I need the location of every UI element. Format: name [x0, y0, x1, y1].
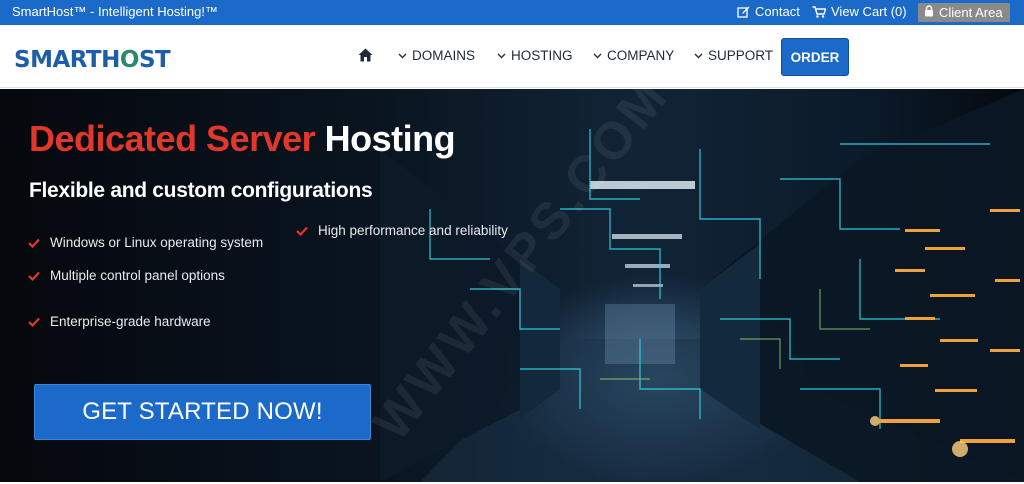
nav-domains-label: DOMAINS — [412, 48, 476, 63]
hero-banner: WWW.VPS.COM Dedicated Server Hosting Fle… — [0, 89, 1024, 482]
nav-support[interactable]: SUPPORT — [694, 48, 773, 64]
client-area-button[interactable]: Client Area — [918, 3, 1010, 22]
check-icon — [296, 226, 308, 236]
nav-home-link[interactable] — [358, 48, 374, 64]
edit-icon — [737, 6, 750, 18]
order-button[interactable]: ORDER — [781, 38, 849, 76]
site-header: SMARTHOST DOMAINS HOSTING COMPANY SUPPOR… — [0, 25, 1024, 88]
contact-link[interactable]: Contact — [737, 4, 800, 20]
logo-text-o: O — [119, 47, 140, 73]
chevron-down-icon — [593, 53, 602, 59]
view-cart-link[interactable]: View Cart (0) — [812, 4, 907, 20]
logo-text-left: SMARTH — [14, 47, 120, 73]
hero-subtitle: Flexible and custom configurations — [29, 179, 373, 202]
top-bar: SmartHost™ - Intelligent Hosting!™ Conta… — [0, 0, 1024, 25]
view-cart-label: View Cart (0) — [831, 4, 907, 19]
check-icon — [28, 271, 40, 281]
contact-label: Contact — [755, 4, 800, 19]
check-icon — [28, 317, 40, 327]
feature-label: High performance and reliability — [318, 223, 508, 238]
get-started-button[interactable]: GET STARTED NOW! — [34, 384, 371, 440]
nav-domains[interactable]: DOMAINS — [398, 48, 475, 64]
feature-label: Windows or Linux operating system — [50, 235, 264, 250]
hero-title: Dedicated Server Hosting — [29, 117, 456, 161]
check-icon — [28, 238, 40, 248]
feature-item: Enterprise-grade hardware — [28, 313, 211, 331]
feature-label: Enterprise-grade hardware — [50, 314, 211, 329]
smarthost-logo[interactable]: SMARTHOST — [14, 46, 171, 74]
lock-icon — [924, 5, 934, 20]
nav-hosting[interactable]: HOSTING — [497, 48, 573, 64]
nav-company-label: COMPANY — [607, 48, 675, 63]
home-icon — [358, 48, 373, 62]
chevron-down-icon — [497, 53, 506, 59]
hero-title-highlight: Dedicated Server — [29, 118, 316, 159]
nav-hosting-label: HOSTING — [511, 48, 573, 63]
nav-company[interactable]: COMPANY — [593, 48, 674, 64]
chevron-down-icon — [694, 53, 703, 59]
site-tagline: SmartHost™ - Intelligent Hosting!™ — [12, 4, 218, 19]
feature-label: Multiple control panel options — [50, 268, 225, 283]
feature-item: Multiple control panel options — [28, 267, 225, 285]
feature-item: Windows or Linux operating system — [28, 234, 263, 252]
hero-title-rest: Hosting — [315, 118, 456, 159]
chevron-down-icon — [398, 53, 407, 59]
logo-text-right: ST — [138, 47, 171, 73]
client-area-label: Client Area — [939, 5, 1003, 20]
nav-support-label: SUPPORT — [708, 48, 774, 63]
cart-icon — [812, 6, 826, 18]
feature-item: High performance and reliability — [296, 222, 508, 240]
